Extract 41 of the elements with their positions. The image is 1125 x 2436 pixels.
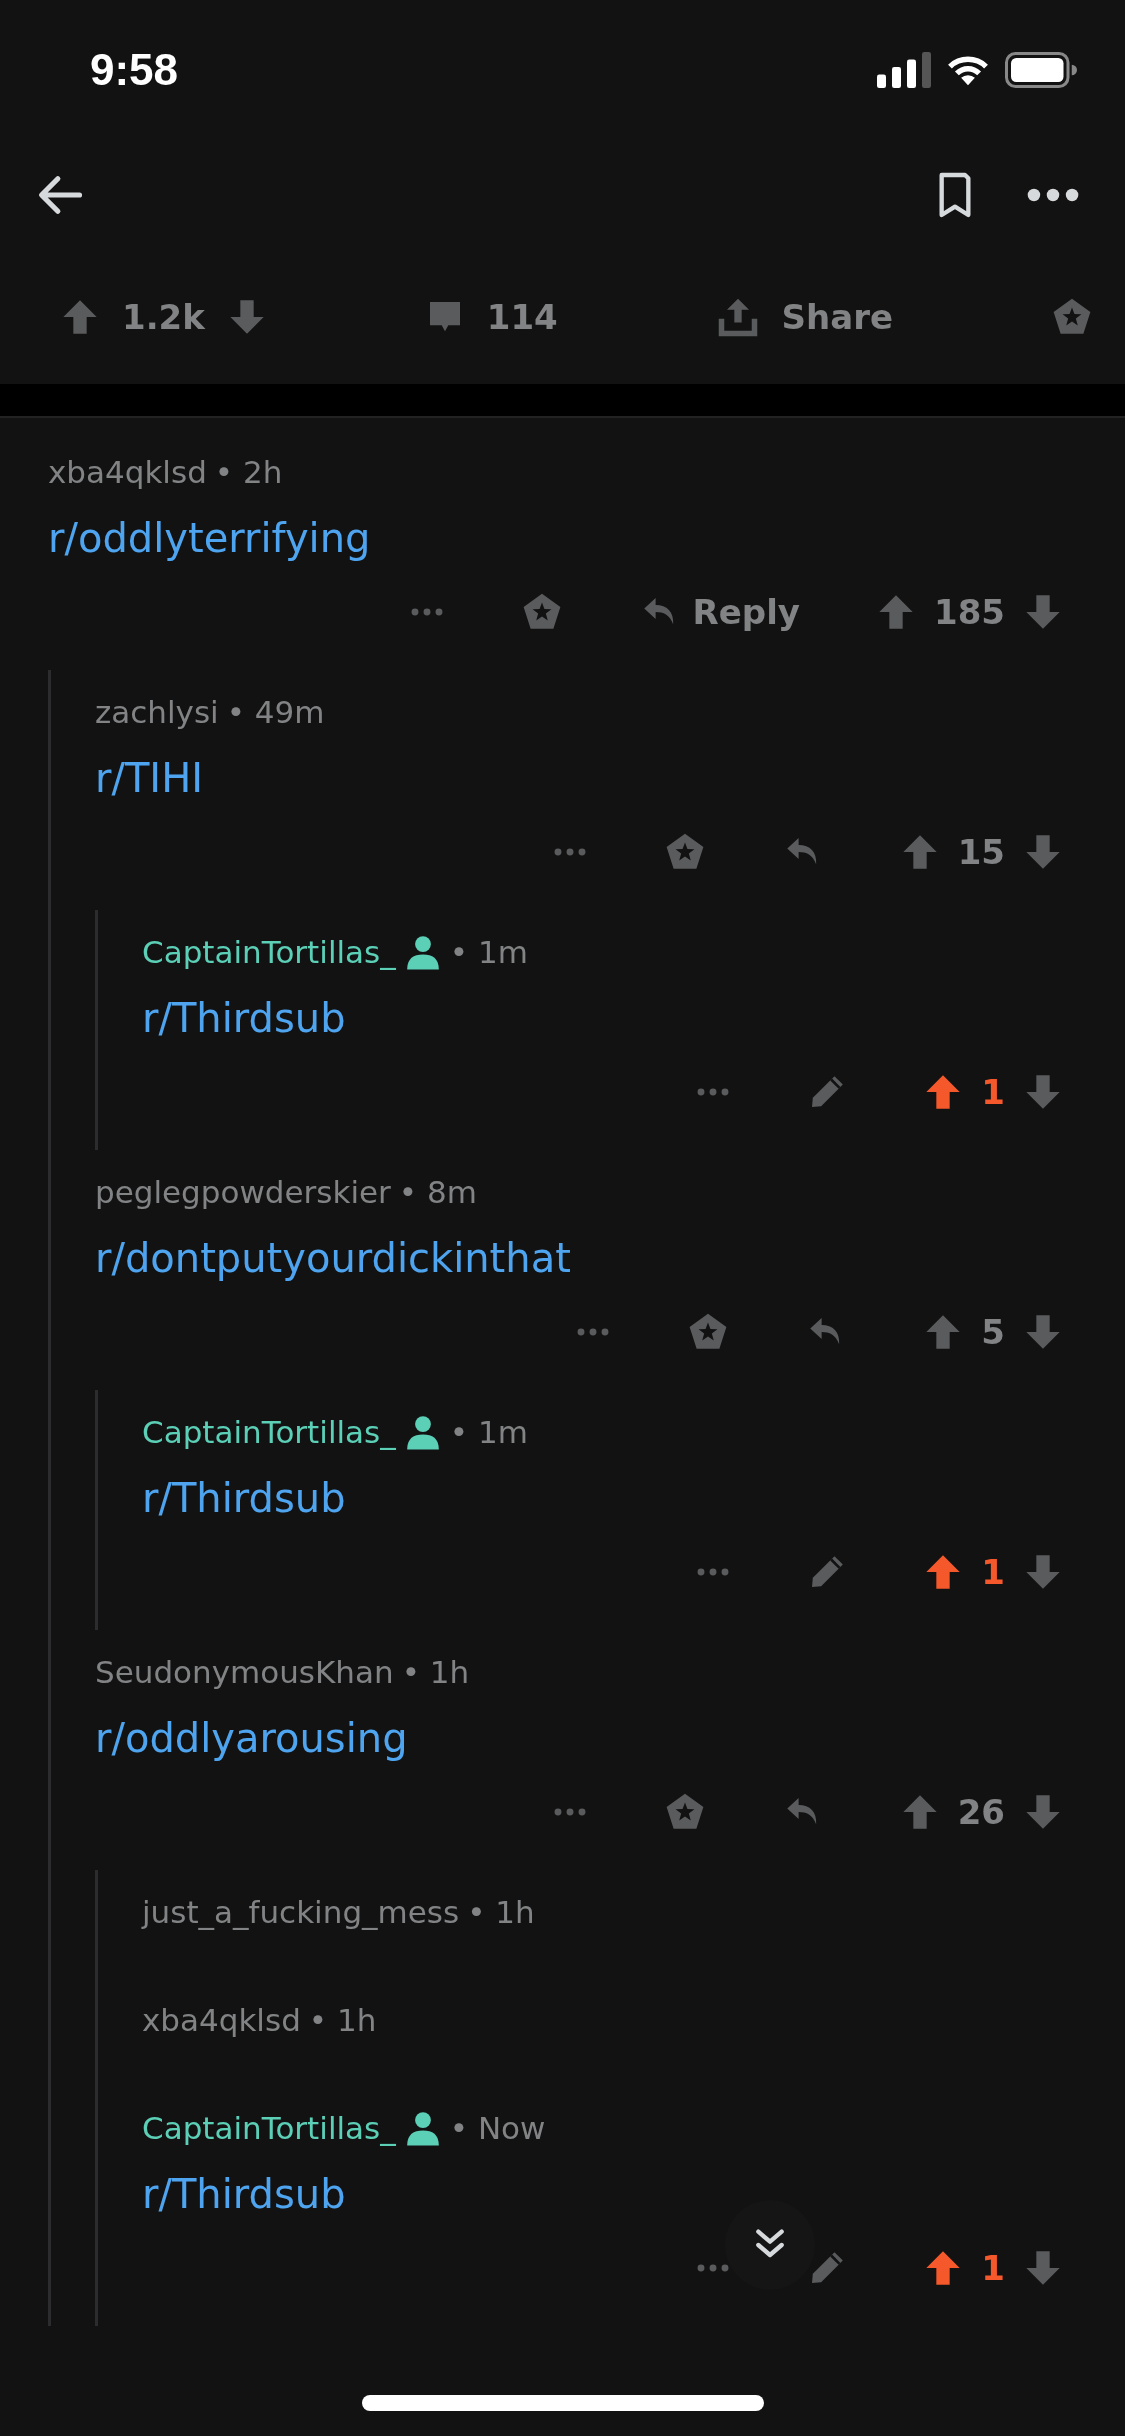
username[interactable]: zachlysi bbox=[95, 694, 219, 730]
vote-count: 15 bbox=[957, 832, 1005, 872]
username[interactable]: CaptainTortillas_ bbox=[142, 934, 396, 970]
signal-icon bbox=[877, 52, 931, 88]
subreddit-link[interactable]: r/oddlyarousing bbox=[95, 1715, 408, 1761]
vote-count: 185 bbox=[934, 592, 1005, 632]
subreddit-link[interactable]: r/TIHI bbox=[95, 755, 204, 801]
timestamp: • 1h bbox=[401, 1654, 470, 1690]
username[interactable]: SeudonymousKhan bbox=[95, 1654, 394, 1690]
username[interactable]: CaptainTortillas_ bbox=[142, 2110, 396, 2146]
timestamp: • 1m bbox=[449, 934, 528, 970]
vote-count: 1 bbox=[981, 1072, 1005, 1112]
more-icon[interactable] bbox=[1027, 188, 1079, 202]
username[interactable]: just_a_fucking_mess bbox=[142, 1894, 460, 1930]
vote-count: 1 bbox=[981, 2248, 1005, 2288]
timestamp: • 1h bbox=[467, 1894, 535, 1930]
vote-count: 26 bbox=[957, 1792, 1005, 1832]
timestamp: • 8m bbox=[398, 1174, 477, 1210]
username[interactable]: CaptainTortillas_ bbox=[142, 1414, 396, 1450]
clock-time: 9:58 bbox=[90, 45, 180, 95]
timestamp: • 1h bbox=[308, 2002, 377, 2038]
vote-count: 5 bbox=[981, 1312, 1005, 1352]
reply-button[interactable]: Reply bbox=[638, 591, 800, 633]
comment-count: 114 bbox=[486, 297, 558, 337]
username[interactable]: peglegpowderskier bbox=[95, 1174, 391, 1210]
timestamp: • 2h bbox=[214, 454, 283, 490]
subreddit-link[interactable]: r/Thirdsub bbox=[142, 1475, 346, 1521]
vote-count: 1 bbox=[981, 1552, 1005, 1592]
subreddit-link[interactable]: r/oddlyterrifying bbox=[48, 515, 371, 561]
timestamp: • 49m bbox=[226, 694, 325, 730]
subreddit-link[interactable]: r/Thirdsub bbox=[142, 2171, 346, 2217]
timestamp: • 1m bbox=[449, 1414, 528, 1450]
timestamp: • Now bbox=[449, 2110, 546, 2146]
vote-count: 1.2k bbox=[122, 297, 205, 337]
share-button[interactable]: Share bbox=[715, 295, 894, 339]
battery-icon bbox=[1005, 52, 1077, 88]
username[interactable]: xba4qklsd bbox=[142, 2002, 301, 2038]
subreddit-link[interactable]: r/Thirdsub bbox=[142, 995, 346, 1041]
subreddit-link[interactable]: r/dontputyourdickinthat bbox=[95, 1235, 571, 1281]
username[interactable]: xba4qklsd bbox=[48, 454, 207, 490]
wifi-icon bbox=[945, 53, 991, 87]
